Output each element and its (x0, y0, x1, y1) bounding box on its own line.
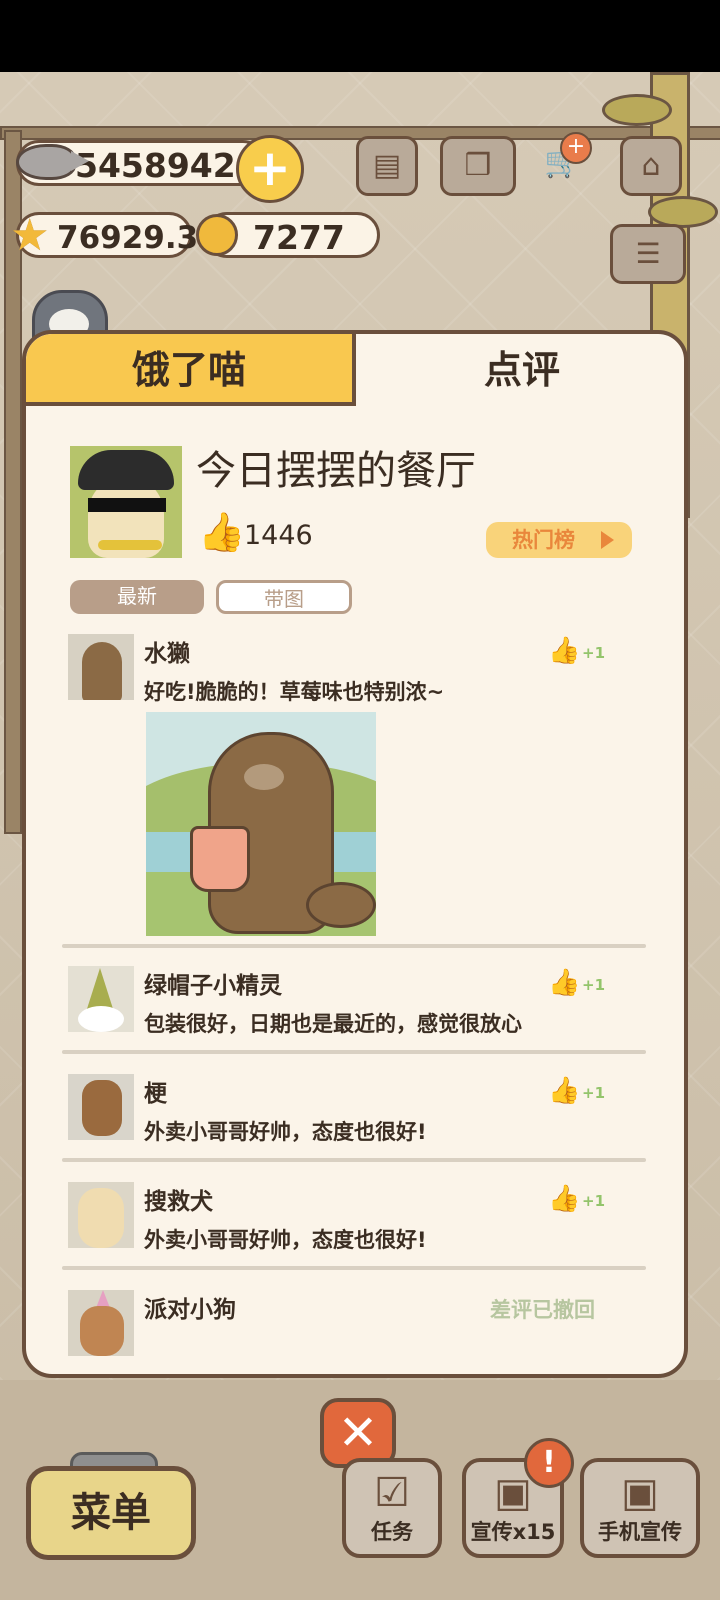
review-text: 包装很好，日期也是最近的，感觉很放心 (144, 1012, 522, 1036)
menu-button[interactable]: 菜单 (26, 1466, 196, 1560)
store-button[interactable]: ⌂ (620, 136, 682, 196)
tab-reviews[interactable]: 点评 (356, 334, 684, 406)
thumbs-up-icon: 👍 (198, 510, 246, 554)
bell-count: 7277 (253, 218, 345, 257)
filter-latest[interactable]: 最新 (70, 580, 204, 614)
sliders-icon: ☰ (635, 237, 661, 270)
star-count: 76929.3 (57, 220, 199, 256)
task-button[interactable]: ☑ 任务 (342, 1458, 442, 1558)
newspaper-button[interactable]: ▤ (356, 136, 418, 196)
status-bar (0, 0, 720, 72)
reviewer-avatar (68, 1182, 134, 1248)
play-arrow-icon (601, 531, 614, 549)
review-retracted-status: 差评已撤回 (490, 1298, 595, 1322)
restaurant-name: 今日摆摆的餐厅 (196, 448, 476, 494)
fish-count: 5458942 (75, 146, 236, 185)
task-label: 任务 (371, 1520, 413, 1544)
reviewer-avatar (68, 1290, 134, 1356)
reviewer-name: 派对小狗 (144, 1297, 236, 1323)
bell-icon (196, 214, 238, 256)
like-plus: +1 (582, 644, 606, 662)
checkbox-icon: ☑ (374, 1470, 410, 1516)
review-text: 外卖小哥哥好帅，态度也很好! (144, 1120, 427, 1144)
reviewer-name: 搜救犬 (144, 1189, 213, 1215)
book-icon: ❒ (464, 148, 492, 183)
store-icon: ⌂ (641, 148, 661, 183)
restaurant-avatar (70, 446, 182, 558)
star-icon: ★ (10, 210, 50, 261)
like-count: 1446 (244, 520, 313, 551)
divider (62, 1050, 646, 1054)
alert-badge: ! (524, 1438, 574, 1488)
recipe-book-button[interactable]: ❒ (440, 136, 516, 196)
like-plus: +1 (582, 1192, 606, 1210)
review-panel: 饿了喵 点评 今日摆摆的餐厅 👍 1446 热门榜 最新 带图 水獭 好吃!脆脆… (22, 330, 688, 1378)
thumbs-up-icon[interactable]: 👍 (548, 636, 580, 666)
close-icon: ✕ (337, 1405, 379, 1461)
reviewer-name: 绿帽子小精灵 (144, 973, 282, 999)
divider (62, 1158, 646, 1162)
phone-promote-label: 手机宣传 (598, 1520, 682, 1544)
fish-icon (16, 144, 89, 180)
tab-ele-meow[interactable]: 饿了喵 (26, 334, 356, 406)
settings-toggle-button[interactable]: ☰ (610, 224, 686, 284)
phone-icon: ▣ (621, 1470, 659, 1516)
reviewer-name: 水獭 (144, 641, 190, 667)
review-photo[interactable] (146, 712, 376, 936)
divider (62, 1266, 646, 1270)
reviewer-avatar (68, 634, 134, 700)
hot-list-label: 热门榜 (512, 528, 575, 552)
promote-label: 宣传x15 (470, 1520, 556, 1544)
plus-icon: + (560, 132, 592, 164)
reviewer-avatar (68, 966, 134, 1032)
phone-promote-button[interactable]: ▣ 手机宣传 (580, 1458, 700, 1558)
thumbs-up-icon[interactable]: 👍 (548, 1076, 580, 1106)
reviewer-avatar (68, 1074, 134, 1140)
thumbs-up-icon[interactable]: 👍 (548, 1184, 580, 1214)
newspaper-icon: ▤ (372, 148, 402, 183)
like-plus: +1 (582, 976, 606, 994)
review-text: 外卖小哥哥好帅，态度也很好! (144, 1228, 427, 1252)
divider (62, 944, 646, 948)
filter-with-image[interactable]: 带图 (216, 580, 352, 614)
plus-icon[interactable]: + (236, 135, 304, 203)
hot-list-button[interactable]: 热门榜 (486, 522, 632, 558)
cat-tree-ring (602, 94, 672, 126)
thumbs-up-icon[interactable]: 👍 (548, 968, 580, 998)
reviewer-name: 梗 (144, 1081, 167, 1107)
review-text: 好吃!脆脆的！草莓味也特别浓~ (144, 680, 445, 704)
like-plus: +1 (582, 1084, 606, 1102)
